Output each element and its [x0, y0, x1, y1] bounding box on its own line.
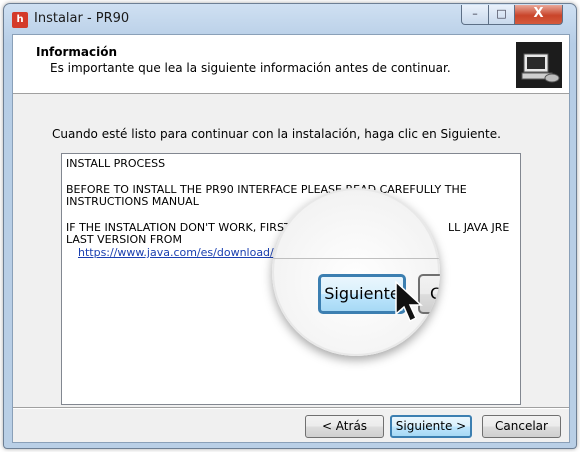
zoom-magnifier: Siguiente C: [272, 188, 440, 356]
page-subtitle: Es importante que lea la siguiente infor…: [50, 61, 451, 75]
minimize-button[interactable]: –: [461, 5, 489, 25]
magnified-next-button: Siguiente: [318, 274, 406, 314]
installer-window: h Instalar - PR90 – □ X Información Es i…: [3, 3, 577, 449]
pr90-app-icon: h: [12, 12, 28, 28]
page-title: Información: [36, 45, 118, 59]
installer-computer-icon: [516, 42, 562, 88]
title-bar[interactable]: h Instalar - PR90 – □ X: [4, 4, 576, 34]
memo-line: LAST VERSION FROM: [66, 233, 182, 246]
instruction-text: Cuando esté listo para continuar con la …: [52, 127, 501, 141]
magnified-cancel-label: C: [430, 284, 440, 303]
next-button[interactable]: Siguiente >: [390, 415, 472, 438]
wizard-header: Información Es importante que lea la sig…: [13, 35, 569, 94]
close-button[interactable]: X: [514, 5, 563, 25]
memo-line: LL JAVA JRE: [448, 221, 510, 234]
footer-divider: [13, 407, 569, 409]
cancel-button[interactable]: Cancelar: [482, 415, 561, 438]
memo-line: INSTRUCTIONS MANUAL: [66, 195, 199, 208]
maximize-button[interactable]: □: [488, 5, 515, 25]
window-title: Instalar - PR90: [34, 11, 130, 26]
magnifier-divider: [272, 258, 440, 259]
java-download-link[interactable]: https://www.java.com/es/download/: [78, 247, 274, 259]
memo-line: INSTALL PROCESS: [66, 157, 166, 170]
back-button[interactable]: < Atrás: [305, 415, 384, 438]
